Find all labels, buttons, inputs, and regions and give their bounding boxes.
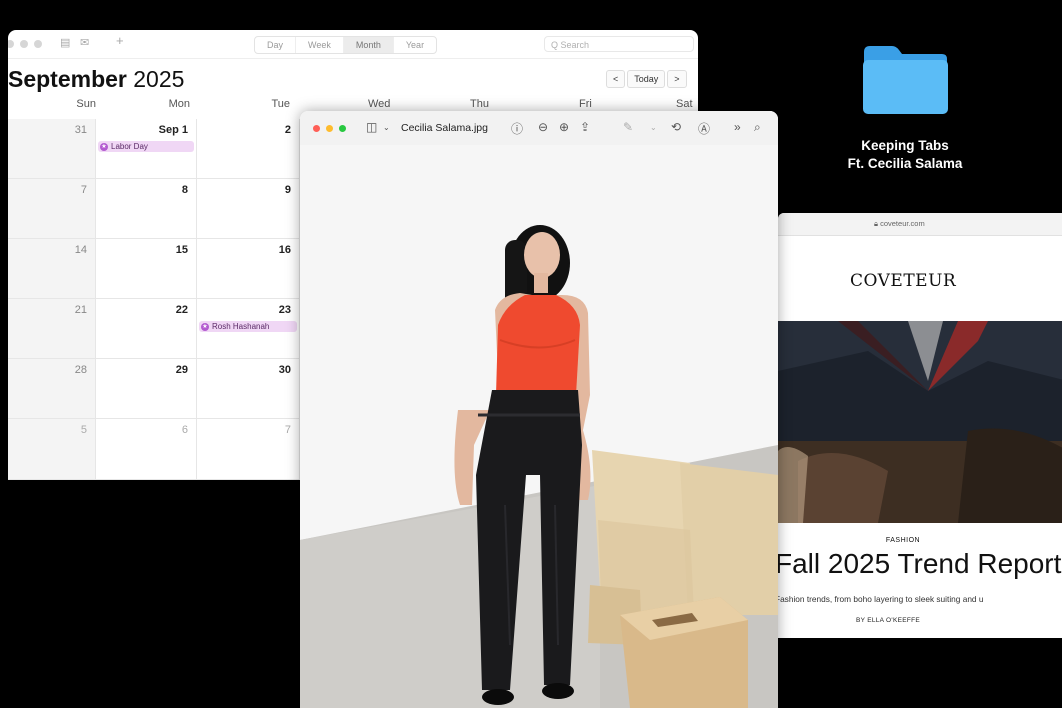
view-day[interactable]: Day	[255, 37, 297, 53]
next-month-button[interactable]: >	[667, 70, 687, 88]
weekday-tue: Tue	[271, 98, 290, 110]
weekday-wed: Wed	[368, 98, 391, 110]
day-cell[interactable]: 9	[197, 179, 300, 239]
weekday-thu: Thu	[470, 98, 489, 110]
lock-icon: 🔒︎	[874, 219, 878, 228]
month-title: September 2025	[8, 66, 184, 93]
day-cell[interactable]: 22	[96, 299, 197, 359]
article-subhead: Fashion trends, from boho layering to sl…	[778, 594, 984, 604]
view-week[interactable]: Week	[296, 37, 344, 53]
calendar-list-icon[interactable]: ▤	[60, 36, 70, 49]
folder-label-line2: Ft. Cecilia Salama	[847, 156, 963, 171]
prev-month-button[interactable]: <	[606, 70, 626, 88]
day-cell[interactable]: 29	[96, 359, 197, 419]
calendar-toolbar: ▤ ✉ + Day Week Month Year Q Search	[8, 30, 698, 59]
add-event-icon[interactable]: +	[116, 33, 124, 48]
search-field[interactable]: Q Search	[544, 36, 694, 52]
search-icon[interactable]: ⌕	[754, 120, 761, 135]
weekday-sun: Sun	[76, 98, 96, 110]
view-switcher: Day Week Month Year	[254, 36, 438, 54]
article-hero-image[interactable]	[778, 321, 1062, 523]
zoom-out-icon[interactable]: ⊖	[538, 120, 548, 134]
preview-toolbar: ◫ ⌄ Cecilia Salama.jpg ⓘ ⊖ ⊕ ⇪ ✎ ⌄ ⟲ Ⓐ »…	[300, 111, 778, 146]
sidebar-icon[interactable]: ◫	[366, 120, 377, 134]
document-title[interactable]: Cecilia Salama.jpg	[401, 122, 488, 134]
date-navigation: < Today >	[606, 70, 687, 88]
chevron-down-icon[interactable]: ⌄	[383, 123, 390, 132]
view-year[interactable]: Year	[394, 37, 436, 53]
preview-window: ◫ ⌄ Cecilia Salama.jpg ⓘ ⊖ ⊕ ⇪ ✎ ⌄ ⟲ Ⓐ »…	[300, 111, 778, 708]
day-cell[interactable]: 23 ★ Rosh Hashanah	[197, 299, 300, 359]
day-cell[interactable]: 8	[96, 179, 197, 239]
day-cell[interactable]: 15	[96, 239, 197, 299]
weekday-mon: Mon	[168, 98, 190, 110]
close-button[interactable]	[313, 125, 320, 132]
day-cell[interactable]: 7	[8, 179, 96, 239]
browser-window: 🔒︎ coveteur.com COVETEUR FASHION Fall 20…	[778, 213, 1062, 638]
folder-icon[interactable]	[860, 42, 950, 117]
view-month[interactable]: Month	[343, 37, 394, 53]
minimize-button[interactable]	[326, 125, 333, 132]
zoom-in-icon[interactable]: ⊕	[559, 120, 569, 134]
event-rosh-hashanah[interactable]: ★ Rosh Hashanah	[199, 321, 297, 332]
article-byline: BY ELLA O'KEEFFE	[855, 617, 921, 624]
window-controls[interactable]	[8, 40, 42, 48]
weekday-fri: Fri	[579, 98, 592, 110]
more-icon[interactable]: »	[734, 120, 741, 134]
day-cell[interactable]: 30	[197, 359, 300, 419]
day-cell[interactable]: 31	[8, 119, 96, 179]
window-controls	[313, 125, 346, 132]
site-logo[interactable]: COVETEUR	[850, 271, 956, 291]
day-cell[interactable]: 7	[197, 419, 300, 480]
photo-image	[300, 145, 778, 708]
weekday-sat: Sat	[676, 98, 693, 110]
article-headline[interactable]: Fall 2025 Trend Report	[778, 548, 1061, 580]
inbox-icon[interactable]: ✉	[80, 36, 89, 49]
info-icon[interactable]: ⓘ	[511, 120, 523, 137]
event-labor-day[interactable]: ★ Labor Day	[98, 141, 194, 152]
zoom-button[interactable]	[339, 125, 346, 132]
day-cell[interactable]: 14	[8, 239, 96, 299]
day-cell[interactable]: 2	[197, 119, 300, 179]
holiday-icon: ★	[201, 322, 209, 331]
rotate-icon[interactable]: ⟲	[671, 120, 681, 134]
annotate-icon[interactable]: Ⓐ	[698, 120, 710, 137]
url-text: coveteur.com	[880, 219, 925, 228]
markup-icon[interactable]: ✎	[623, 120, 633, 134]
share-icon[interactable]: ⇪	[580, 120, 590, 134]
browser-toolbar: 🔒︎ coveteur.com	[778, 213, 1062, 236]
year-label: 2025	[133, 66, 185, 92]
today-button[interactable]: Today	[627, 70, 666, 88]
month-name: September	[8, 66, 127, 92]
day-cell[interactable]: 16	[197, 239, 300, 299]
day-cell[interactable]: 21	[8, 299, 96, 359]
folder-label[interactable]: Keeping Tabs Ft. Cecilia Salama	[815, 137, 995, 173]
article-category[interactable]: FASHION	[778, 537, 1028, 544]
day-cell[interactable]: 6	[96, 419, 197, 480]
day-cell[interactable]: Sep 1 ★ Labor Day	[96, 119, 197, 179]
markup-chevron-icon[interactable]: ⌄	[650, 123, 657, 132]
day-cell[interactable]: 28	[8, 359, 96, 419]
day-cell[interactable]: 5	[8, 419, 96, 480]
folder-label-line1: Keeping Tabs	[861, 138, 949, 153]
address-bar[interactable]: 🔒︎ coveteur.com	[874, 219, 925, 229]
holiday-icon: ★	[100, 142, 108, 151]
